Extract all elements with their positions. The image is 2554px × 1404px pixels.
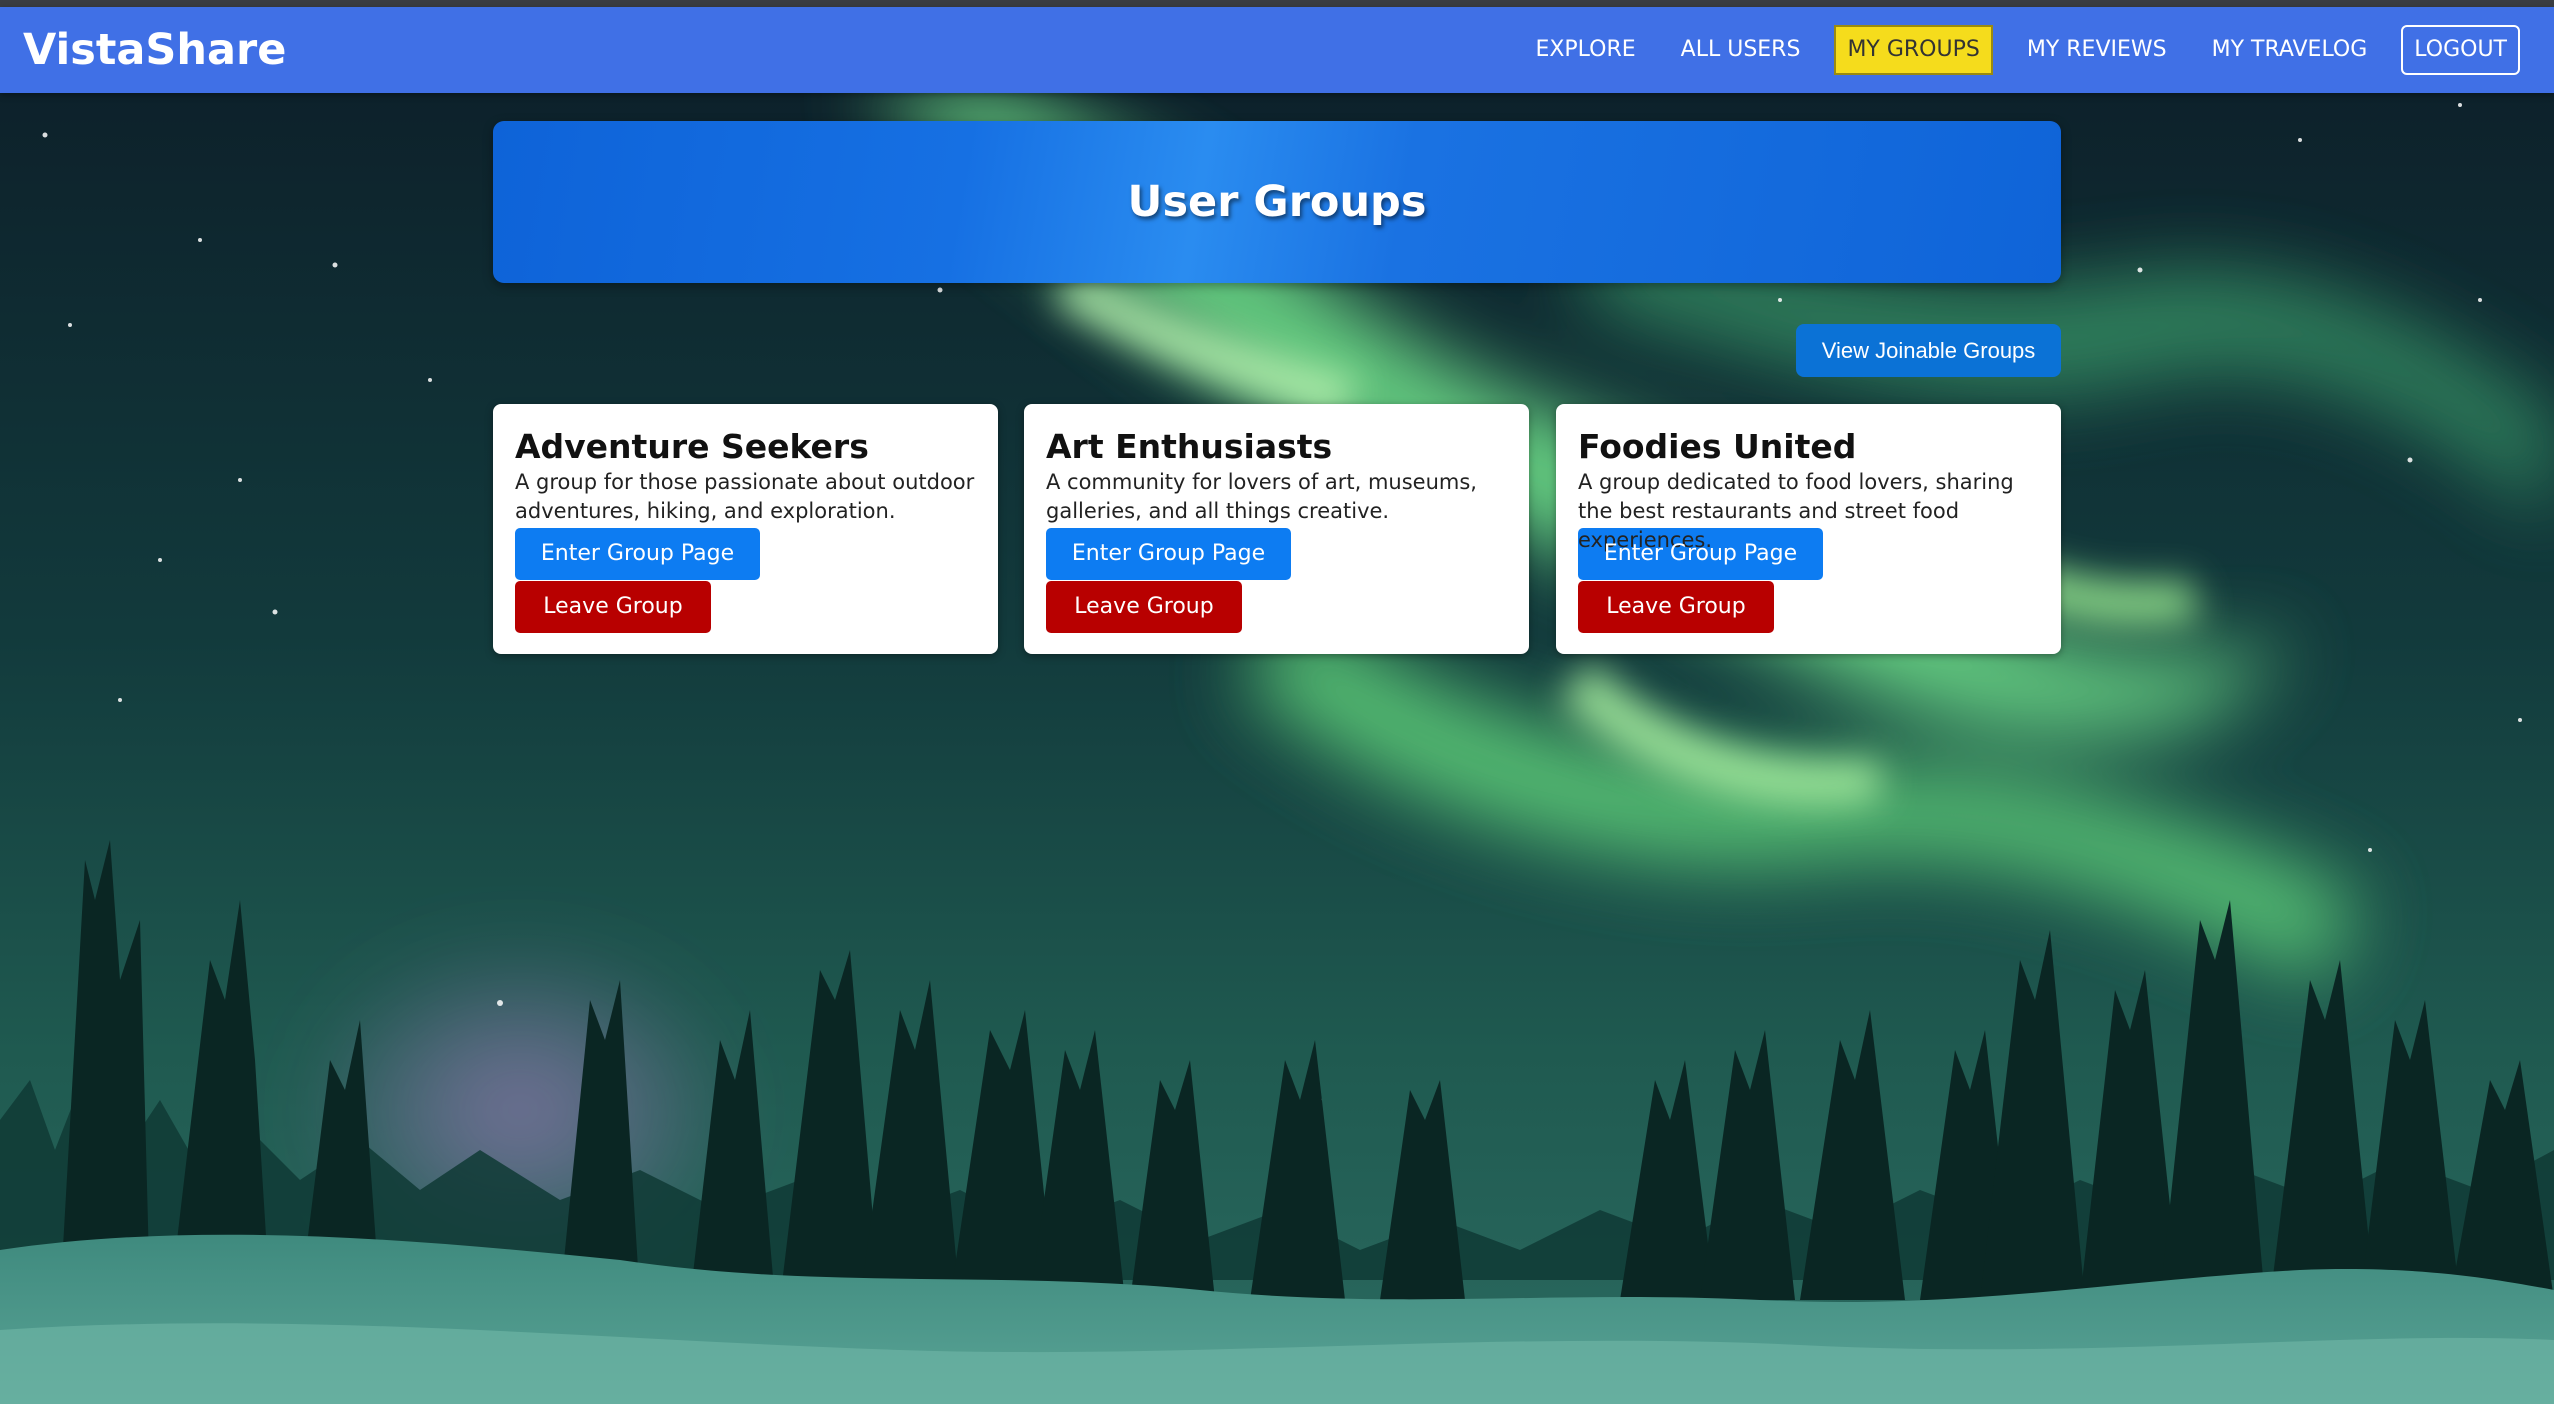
group-name: Foodies United	[1578, 427, 1857, 466]
nav-my-reviews[interactable]: MY REVIEWS	[2016, 25, 2178, 75]
nav-my-travelog[interactable]: MY TRAVELOG	[2201, 25, 2379, 75]
window-top-border	[0, 0, 2554, 7]
nav-my-groups[interactable]: MY GROUPS	[1834, 25, 1993, 75]
page-title: User Groups	[1127, 177, 1427, 227]
view-joinable-groups-button[interactable]: View Joinable Groups	[1796, 324, 2061, 377]
group-description: A group dedicated to food lovers, sharin…	[1578, 470, 2014, 552]
group-description: A group for those passionate about outdo…	[515, 470, 975, 523]
group-card: Foodies United A group dedicated to food…	[1556, 404, 2061, 654]
logout-button[interactable]: LOGOUT	[2401, 25, 2520, 75]
nav-explore[interactable]: EXPLORE	[1524, 25, 1646, 75]
group-card: Adventure Seekers A group for those pass…	[493, 404, 998, 654]
nav-links: EXPLORE ALL USERS MY GROUPS MY REVIEWS M…	[1501, 24, 2520, 76]
enter-group-page-button[interactable]: Enter Group Page	[1578, 528, 1823, 580]
nav-all-users[interactable]: ALL USERS	[1670, 25, 1812, 75]
group-name: Art Enthusiasts	[1046, 427, 1333, 466]
navbar: VistaShare EXPLORE ALL USERS MY GROUPS M…	[0, 7, 2554, 93]
group-cards: Adventure Seekers A group for those pass…	[493, 404, 2061, 654]
enter-group-page-button[interactable]: Enter Group Page	[1046, 528, 1291, 580]
leave-group-button[interactable]: Leave Group	[515, 581, 711, 633]
group-name: Adventure Seekers	[515, 427, 869, 466]
brand-logo[interactable]: VistaShare	[23, 7, 286, 93]
page-header-banner: User Groups	[493, 121, 2061, 283]
enter-group-page-button[interactable]: Enter Group Page	[515, 528, 760, 580]
leave-group-button[interactable]: Leave Group	[1578, 581, 1774, 633]
group-card: Art Enthusiasts A community for lovers o…	[1024, 404, 1529, 654]
leave-group-button[interactable]: Leave Group	[1046, 581, 1242, 633]
group-description: A community for lovers of art, museums, …	[1046, 470, 1477, 523]
